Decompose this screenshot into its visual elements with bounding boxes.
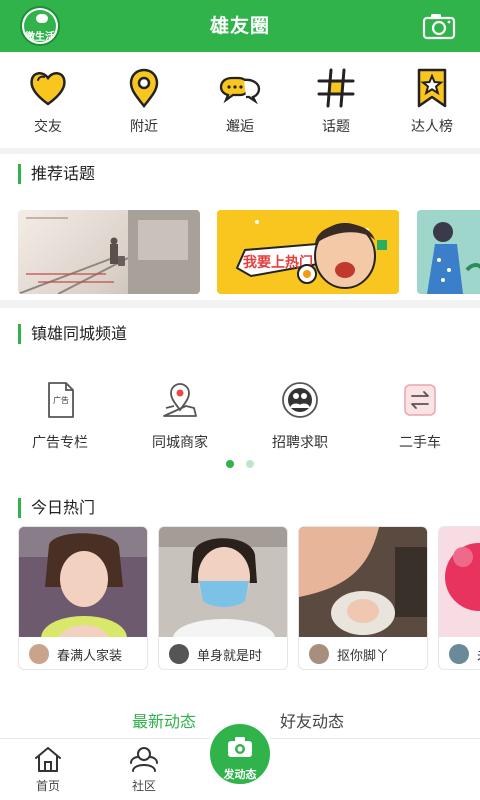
carousel-dot-inactive[interactable] — [246, 460, 254, 468]
channel-label-merchants: 同城商家 — [152, 435, 208, 451]
hot-title: 今日热门 — [18, 498, 95, 518]
hot-card-1[interactable]: 春满人家装 — [18, 526, 148, 670]
post-button-label: 发动态 — [223, 768, 257, 781]
avatar — [449, 644, 469, 664]
quick-item-encounter[interactable]: 邂逅 — [205, 62, 275, 142]
map-location-icon — [163, 383, 197, 417]
hot-card-4[interactable]: 未 — [438, 526, 480, 670]
tab-friends[interactable]: 好友动态 — [280, 708, 344, 732]
channel-label-jobs: 招聘求职 — [272, 435, 328, 451]
nav-home-label: 首页 — [35, 779, 60, 793]
avatar — [29, 644, 49, 664]
topic-card-1[interactable] — [18, 210, 200, 294]
topic-image-street — [18, 210, 200, 294]
nav-community[interactable]: 社区 — [114, 743, 174, 797]
avatar — [169, 644, 189, 664]
quick-label-encounter: 邂逅 — [226, 119, 254, 135]
ad-document-icon: 广告 — [48, 382, 74, 418]
location-pin-icon — [129, 68, 159, 109]
hot-card-4-footer: 未 — [439, 637, 480, 669]
hot-image-4 — [439, 527, 480, 637]
topic-image-girl — [417, 210, 480, 294]
topics-title: 推荐话题 — [18, 164, 95, 184]
quick-item-nearby[interactable]: 附近 — [109, 62, 179, 142]
hot-card-3-footer: 抠你脚丫 — [299, 637, 427, 669]
hot-section: 今日热门 春满人家装 单身就是时 抠你脚丫 — [0, 480, 480, 700]
quick-menu: 交友 附近 邂逅 话题 达人榜 — [0, 52, 480, 148]
topic-card-2[interactable]: 我要上热门 — [217, 210, 399, 294]
hot-image-2 — [159, 527, 287, 637]
camera-icon — [228, 737, 252, 757]
chat-bubbles-icon — [219, 76, 261, 105]
svg-text:广告: 广告 — [53, 395, 69, 405]
channel-label-ads: 广告专栏 — [32, 435, 88, 451]
camera-icon[interactable] — [422, 12, 456, 40]
nav-community-label: 社区 — [131, 779, 156, 793]
hashtag-icon — [317, 68, 355, 108]
hot-card-1-name: 春满人家装 — [57, 649, 123, 664]
channel-title: 镇雄同城频道 — [18, 324, 127, 344]
tab-latest[interactable]: 最新动态 — [132, 708, 196, 732]
top-header: 微生活 雄友圈 — [0, 0, 480, 52]
star-ribbon-icon — [417, 68, 447, 108]
hot-image-1 — [19, 527, 147, 637]
app-root: 微生活 雄友圈 交友 附近 邂逅 话题 达人榜 推荐话题 我要上热门 镇雄同城频… — [0, 0, 480, 800]
avatar — [309, 644, 329, 664]
topics-section: 推荐话题 我要上热门 — [0, 154, 480, 300]
hot-image-3 — [299, 527, 427, 637]
people-icon — [282, 382, 318, 418]
community-icon — [130, 747, 158, 772]
hot-card-1-footer: 春满人家装 — [19, 637, 147, 669]
channel-section: 镇雄同城频道 广告 广告专栏 同城商家 招聘求职 二手车 — [0, 308, 480, 480]
quick-label-ranking: 达人榜 — [411, 119, 453, 135]
carousel-dot-active[interactable] — [226, 460, 234, 468]
channel-label-used-cars: 二手车 — [399, 435, 441, 451]
quick-item-topics[interactable]: 话题 — [301, 62, 371, 142]
quick-label-topics: 话题 — [322, 119, 350, 135]
hot-card-2[interactable]: 单身就是时 — [158, 526, 288, 670]
nav-home[interactable]: 首页 — [18, 743, 78, 797]
post-button[interactable]: 发动态 — [206, 720, 274, 788]
topic-card-3[interactable] — [417, 210, 480, 294]
channel-item-merchants[interactable]: 同城商家 — [120, 380, 240, 470]
quick-item-ranking[interactable]: 达人榜 — [397, 62, 467, 142]
hot-card-2-footer: 单身就是时 — [159, 637, 287, 669]
quick-label-friends: 交友 — [34, 119, 62, 135]
quick-item-friends[interactable]: 交友 — [13, 62, 83, 142]
home-icon — [35, 747, 61, 772]
hot-card-2-name: 单身就是时 — [197, 649, 263, 664]
channel-item-ads[interactable]: 广告 广告专栏 — [0, 380, 120, 470]
heart-icon — [30, 72, 66, 106]
channel-item-used-cars[interactable]: 二手车 — [360, 380, 480, 470]
channel-item-jobs[interactable]: 招聘求职 — [240, 380, 360, 470]
carousel-dots — [226, 460, 266, 470]
quick-label-nearby: 附近 — [130, 119, 158, 135]
exchange-icon — [404, 384, 436, 416]
hot-card-3-name: 抠你脚丫 — [337, 649, 390, 664]
nav-fade-overlay — [240, 739, 480, 799]
page-title: 雄友圈 — [209, 15, 270, 37]
hot-card-3[interactable]: 抠你脚丫 — [298, 526, 428, 670]
topic-image-hot: 我要上热门 — [217, 210, 399, 294]
